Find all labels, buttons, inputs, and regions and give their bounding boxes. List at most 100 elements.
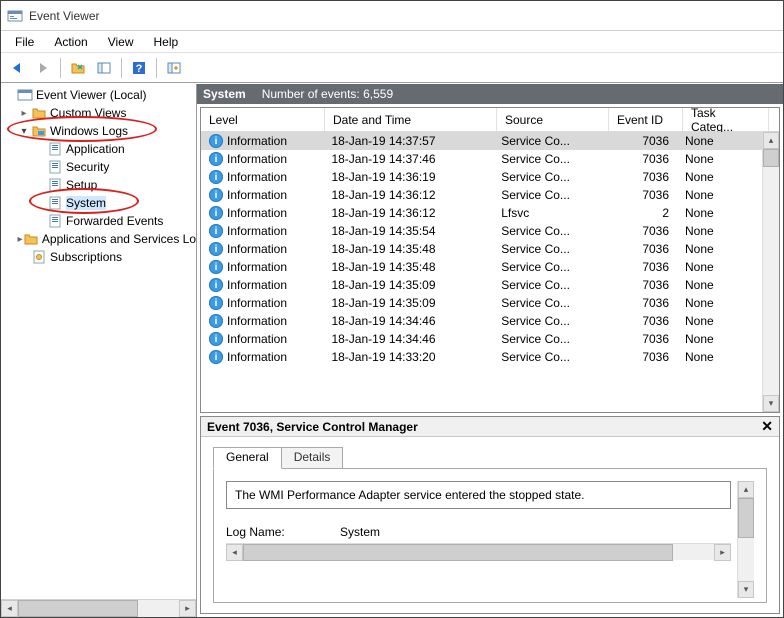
cell-level: Information: [227, 188, 287, 202]
event-row[interactable]: iInformation18-Jan-19 14:36:12Lfsvc2None: [201, 204, 762, 222]
menubar: File Action View Help: [1, 31, 783, 53]
cell-datetime: 18-Jan-19 14:36:12: [323, 206, 493, 220]
scroll-thumb[interactable]: [763, 149, 779, 167]
cell-source: Lfsvc: [493, 206, 604, 220]
tree-root-label: Event Viewer (Local): [36, 88, 147, 102]
cell-taskcategory: None: [677, 170, 762, 184]
cell-datetime: 18-Jan-19 14:34:46: [323, 332, 493, 346]
cell-datetime: 18-Jan-19 14:34:46: [323, 314, 493, 328]
tree-item-label: Security: [66, 160, 109, 174]
menu-action[interactable]: Action: [44, 33, 97, 51]
scroll-right-icon[interactable]: ▸: [179, 600, 196, 617]
detail-close-icon[interactable]: ✕: [761, 418, 773, 435]
col-header-level[interactable]: Level: [201, 108, 325, 131]
col-header-eventid[interactable]: Event ID: [609, 108, 683, 131]
scroll-thumb[interactable]: [738, 498, 754, 538]
event-row[interactable]: iInformation18-Jan-19 14:37:46Service Co…: [201, 150, 762, 168]
event-row[interactable]: iInformation18-Jan-19 14:37:57Service Co…: [201, 132, 762, 150]
cell-taskcategory: None: [677, 260, 762, 274]
event-row[interactable]: iInformation18-Jan-19 14:36:12Service Co…: [201, 186, 762, 204]
cell-eventid: 2: [604, 206, 677, 220]
tree-item[interactable]: Applications and Services Lo: [1, 230, 196, 248]
tree-item[interactable]: Windows Logs: [1, 122, 196, 140]
cell-taskcategory: None: [677, 152, 762, 166]
icon-folder-button[interactable]: [66, 56, 90, 80]
cell-source: Service Co...: [493, 314, 604, 328]
cell-datetime: 18-Jan-19 14:36:12: [323, 188, 493, 202]
detail-scrollbar-vertical[interactable]: ▴ ▾: [737, 481, 754, 598]
caret-closed-icon[interactable]: [17, 108, 31, 119]
event-row[interactable]: iInformation18-Jan-19 14:35:54Service Co…: [201, 222, 762, 240]
folder-win-icon: [31, 123, 47, 139]
sidebar: Event Viewer (Local) Custom Views Windows…: [1, 84, 197, 617]
scroll-up-icon[interactable]: ▴: [738, 481, 754, 498]
cell-source: Service Co...: [493, 278, 604, 292]
tree[interactable]: Event Viewer (Local) Custom Views Windows…: [1, 84, 196, 599]
forward-button[interactable]: [31, 56, 55, 80]
scroll-thumb[interactable]: [18, 600, 138, 617]
cell-taskcategory: None: [677, 242, 762, 256]
scroll-down-icon[interactable]: ▾: [738, 581, 754, 598]
icon-panes-button[interactable]: [92, 56, 116, 80]
cell-taskcategory: None: [677, 278, 762, 292]
event-list-header[interactable]: Level Date and Time Source Event ID Task…: [201, 108, 779, 132]
event-row[interactable]: iInformation18-Jan-19 14:35:48Service Co…: [201, 258, 762, 276]
sidebar-scrollbar-horizontal[interactable]: ◂ ▸: [1, 599, 196, 617]
tree-item[interactable]: System: [1, 194, 196, 212]
scroll-up-icon[interactable]: ▴: [763, 132, 779, 149]
event-row[interactable]: iInformation18-Jan-19 14:34:46Service Co…: [201, 312, 762, 330]
cell-source: Service Co...: [493, 224, 604, 238]
tree-root[interactable]: Event Viewer (Local): [1, 86, 196, 104]
col-header-taskcategory[interactable]: Task Categ...: [683, 108, 769, 131]
tree-item[interactable]: Subscriptions: [1, 248, 196, 266]
tree-item[interactable]: Application: [1, 140, 196, 158]
cell-eventid: 7036: [604, 278, 677, 292]
tree-item[interactable]: Setup: [1, 176, 196, 194]
tree-item-label: Applications and Services Lo: [42, 232, 196, 246]
scroll-right-icon[interactable]: ▸: [714, 544, 731, 561]
info-icon: i: [209, 170, 223, 184]
scroll-down-icon[interactable]: ▾: [763, 395, 779, 412]
event-list-body[interactable]: iInformation18-Jan-19 14:37:57Service Co…: [201, 132, 762, 412]
detail-scrollbar-horizontal[interactable]: ◂ ▸: [226, 543, 731, 560]
help-button[interactable]: ?: [127, 56, 151, 80]
tree-item[interactable]: Security: [1, 158, 196, 176]
cell-eventid: 7036: [604, 350, 677, 364]
tree-item[interactable]: Forwarded Events: [1, 212, 196, 230]
category-title: System: [203, 87, 246, 101]
tab-general[interactable]: General: [213, 447, 282, 469]
menu-file[interactable]: File: [5, 33, 44, 51]
tree-item-label: Custom Views: [50, 106, 126, 120]
cell-eventid: 7036: [604, 260, 677, 274]
cell-level: Information: [227, 152, 287, 166]
event-list-scrollbar-vertical[interactable]: ▴ ▾: [762, 132, 779, 412]
col-header-datetime[interactable]: Date and Time: [325, 108, 497, 131]
cell-level: Information: [227, 260, 287, 274]
cell-datetime: 18-Jan-19 14:37:46: [323, 152, 493, 166]
event-row[interactable]: iInformation18-Jan-19 14:33:20Service Co…: [201, 348, 762, 366]
tree-item[interactable]: Custom Views: [1, 104, 196, 122]
event-row[interactable]: iInformation18-Jan-19 14:35:09Service Co…: [201, 276, 762, 294]
cell-level: Information: [227, 206, 287, 220]
folder-icon: [23, 231, 39, 247]
caret-open-icon[interactable]: [17, 126, 31, 137]
event-row[interactable]: iInformation18-Jan-19 14:35:48Service Co…: [201, 240, 762, 258]
menu-view[interactable]: View: [98, 33, 144, 51]
tab-details[interactable]: Details: [281, 447, 344, 469]
event-row[interactable]: iInformation18-Jan-19 14:34:46Service Co…: [201, 330, 762, 348]
event-row[interactable]: iInformation18-Jan-19 14:35:09Service Co…: [201, 294, 762, 312]
scroll-thumb[interactable]: [243, 544, 673, 561]
info-icon: i: [209, 278, 223, 292]
info-icon: i: [209, 332, 223, 346]
scroll-left-icon[interactable]: ◂: [226, 544, 243, 561]
detail-title: Event 7036, Service Control Manager: [207, 420, 418, 434]
event-row[interactable]: iInformation18-Jan-19 14:36:19Service Co…: [201, 168, 762, 186]
menu-help[interactable]: Help: [144, 33, 189, 51]
scroll-left-icon[interactable]: ◂: [1, 600, 18, 617]
icon-refresh-panes-button[interactable]: [162, 56, 186, 80]
back-button[interactable]: [5, 56, 29, 80]
col-header-source[interactable]: Source: [497, 108, 609, 131]
cell-source: Service Co...: [493, 188, 604, 202]
console-icon: [17, 87, 33, 103]
cell-datetime: 18-Jan-19 14:35:48: [323, 260, 493, 274]
